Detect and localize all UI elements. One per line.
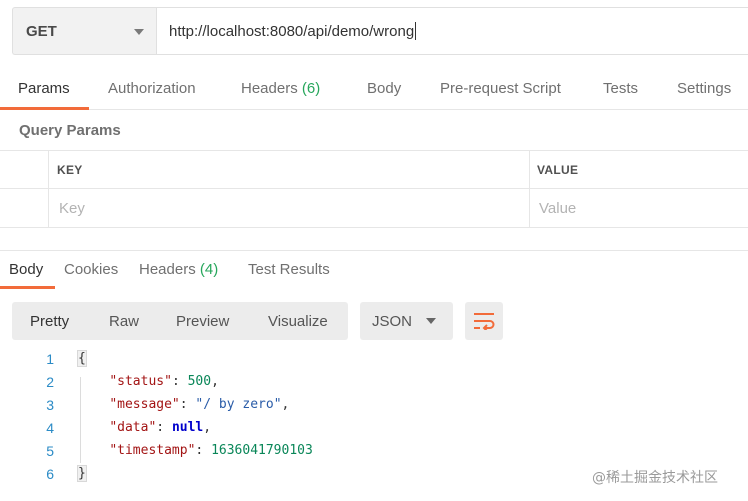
json-value: 500 [187,374,212,389]
view-mode-group: Pretty Raw Preview Visualize [12,302,348,340]
tab-tests[interactable]: Tests [603,80,638,97]
table-header-row [0,151,748,189]
tab-params-label: Params [18,80,70,97]
tab-headers-label: Headers [241,80,298,97]
response-headers-count-badge: (4) [199,261,219,278]
watermark: @稀土掘金技术社区 [592,470,718,486]
active-tab-indicator [0,107,89,110]
tab-response-body[interactable]: Body [9,261,43,278]
tab-test-results[interactable]: Test Results [248,261,330,278]
request-tabs: Params Authorization Headers (6) Body Pr… [0,72,748,110]
tab-headers[interactable]: Headers (6) [241,80,320,97]
chevron-down-icon [426,318,436,324]
url-value: http://localhost:8080/api/demo/wrong [169,22,415,40]
pretty-button[interactable]: Pretty [30,313,69,330]
value-input[interactable]: Value [539,200,576,217]
key-input[interactable]: Key [59,200,85,217]
raw-button[interactable]: Raw [109,313,139,330]
code-line: 2 "status": 500, [0,374,748,396]
json-key: "data" [109,420,157,435]
line-number: 6 [46,466,54,482]
line-number: 4 [46,420,54,436]
preview-button[interactable]: Preview [176,313,229,330]
json-key: "status" [109,374,172,389]
tab-body[interactable]: Body [367,80,401,97]
tab-cookies[interactable]: Cookies [64,261,118,278]
query-params-title: Query Params [19,122,121,139]
line-number: 5 [46,443,54,459]
method-label: GET [26,22,57,40]
tab-prerequest-script[interactable]: Pre-request Script [440,80,561,97]
query-params-table: KEY VALUE Key Value [0,150,748,228]
code-line: 5 "timestamp": 1636041790103 [0,443,748,465]
json-value: null [171,420,204,435]
column-header-value: VALUE [537,163,579,177]
tab-response-headers[interactable]: Headers (4) [139,261,218,278]
tab-tests-label: Tests [603,80,639,97]
headers-count-badge: (6) [301,80,321,97]
column-header-key: KEY [57,163,83,177]
wrap-lines-icon [474,313,495,330]
tab-authorization-label: Authorization [108,80,196,97]
active-response-tab-indicator [0,286,55,289]
method-select[interactable]: GET [12,7,156,55]
response-tabs: Body Cookies Headers (4) Test Results [0,258,748,290]
json-value: 1636041790103 [211,443,313,458]
pane-divider[interactable] [0,250,748,251]
url-input[interactable]: http://localhost:8080/api/demo/wrong [156,7,748,55]
column-divider [529,151,530,228]
tab-response-headers-label: Headers [139,261,196,278]
format-value: JSON [372,313,413,330]
json-key: "message" [109,397,180,412]
close-brace: } [77,465,87,482]
code-line: 1 { [0,350,748,373]
tab-authorization[interactable]: Authorization [108,80,196,97]
tab-settings-label: Settings [677,80,732,97]
tab-test-results-label: Test Results [248,261,330,278]
json-value: "/ by zero" [195,397,282,412]
visualize-button[interactable]: Visualize [268,313,328,330]
indent-guide [80,377,81,463]
tab-params[interactable]: Params [18,80,70,97]
tab-body-label: Body [367,80,402,97]
wrap-lines-button[interactable] [465,302,503,340]
chevron-down-icon [134,29,144,35]
tab-response-body-label: Body [9,261,44,278]
url-bar: GET http://localhost:8080/api/demo/wrong [12,7,748,55]
format-select[interactable]: JSON [360,302,453,340]
code-line: 3 "message": "/ by zero", [0,397,748,419]
json-key: "timestamp" [109,443,196,458]
line-number: 3 [46,397,54,413]
open-brace: { [77,350,87,367]
tab-settings[interactable]: Settings [677,80,731,97]
code-line: 4 "data": null, [0,420,748,442]
line-number: 2 [46,374,54,390]
text-cursor [415,22,417,40]
tab-cookies-label: Cookies [64,261,119,278]
column-divider [48,151,49,228]
line-number: 1 [46,351,54,367]
tab-prerequest-label: Pre-request Script [440,80,561,97]
